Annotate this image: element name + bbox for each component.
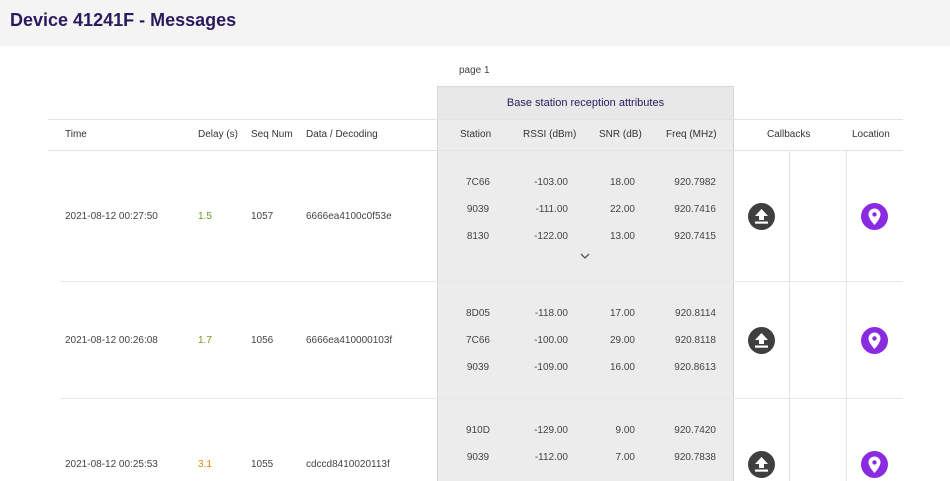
row-divider (60, 281, 903, 282)
station-id: 7C66 (466, 177, 490, 188)
col-header-snr[interactable]: SNR (dB) (599, 129, 642, 140)
pagination-label: page 1 (459, 65, 490, 76)
station-snr: 16.00 (609, 362, 635, 373)
station-rssi: -122.00 (534, 231, 568, 242)
callback-upload-button[interactable] (748, 451, 775, 478)
station-rssi: -112.00 (534, 452, 568, 463)
station-id: 8130 (466, 231, 490, 242)
callback-upload-button[interactable] (748, 203, 775, 230)
col-header-delay[interactable]: Delay (s) (198, 129, 238, 140)
station-freq: 920.8114 (675, 308, 716, 319)
station-rssi: -111.00 (535, 204, 568, 215)
message-seq-num: 1057 (251, 211, 274, 222)
col-header-seq-num[interactable]: Seq Num (251, 129, 293, 140)
col-header-data-decoding[interactable]: Data / Decoding (306, 129, 378, 140)
station-snr: 18.00 (609, 177, 635, 188)
location-button[interactable] (861, 451, 888, 478)
station-freq: 920.7416 (674, 204, 716, 215)
station-snr: 17.00 (609, 308, 635, 319)
station-rssi: -129.00 (534, 425, 568, 436)
col-header-location: Location (852, 129, 890, 140)
message-delay: 1.7 (198, 335, 212, 346)
row-divider (60, 398, 903, 399)
upload-icon (755, 333, 768, 348)
station-snr: 29.00 (609, 335, 635, 346)
message-data: cdccd8410020113f (306, 459, 390, 470)
callback-upload-button[interactable] (748, 327, 775, 354)
station-freq: 920.8613 (674, 362, 716, 373)
location-button[interactable] (861, 327, 888, 354)
col-header-callbacks: Callbacks (767, 129, 811, 140)
map-pin-icon (868, 208, 881, 225)
message-data: 6666ea410000103f (306, 335, 393, 346)
station-rssi: -109.00 (534, 362, 568, 373)
message-delay: 3.1 (198, 459, 212, 470)
col-header-time[interactable]: Time (65, 129, 87, 140)
message-time: 2021-08-12 00:25:53 (65, 459, 158, 470)
station-snr: 7.00 (615, 452, 635, 463)
column-divider (789, 151, 790, 481)
page-title: Device 41241F - Messages (10, 10, 237, 30)
map-pin-icon (868, 332, 881, 349)
col-header-station[interactable]: Station (460, 129, 491, 140)
station-snr: 13.00 (609, 231, 635, 242)
message-data: 6666ea4100c0f53e (306, 211, 392, 222)
station-freq: 920.7415 (674, 231, 716, 242)
upload-icon (755, 209, 768, 224)
station-id: 9039 (466, 204, 490, 215)
station-id: 9039 (466, 362, 490, 373)
map-pin-icon (868, 456, 881, 473)
station-id: 910D (466, 425, 490, 436)
station-freq: 920.8118 (675, 335, 716, 346)
col-header-rssi[interactable]: RSSI (dBm) (523, 129, 576, 140)
station-snr: 9.00 (615, 425, 635, 436)
station-id: 9039 (466, 452, 490, 463)
station-freq: 920.7982 (674, 177, 716, 188)
message-time: 2021-08-12 00:26:08 (65, 335, 158, 346)
station-rssi: -100.00 (534, 335, 568, 346)
message-seq-num: 1055 (251, 459, 274, 470)
column-divider (846, 151, 847, 481)
station-freq: 920.7838 (674, 452, 716, 463)
base-station-group-header: Base station reception attributes (437, 86, 734, 119)
station-id: 7C66 (466, 335, 490, 346)
station-freq: 920.7420 (674, 425, 716, 436)
col-header-freq[interactable]: Freq (MHz) (666, 129, 717, 140)
station-id: 8D05 (466, 308, 490, 319)
message-time: 2021-08-12 00:27:50 (65, 211, 158, 222)
message-delay: 1.5 (198, 211, 212, 222)
station-rssi: -118.00 (534, 308, 568, 319)
upload-icon (755, 457, 768, 472)
station-rssi: -103.00 (534, 177, 568, 188)
chevron-down-icon[interactable] (579, 250, 591, 262)
message-seq-num: 1056 (251, 335, 274, 346)
station-snr: 22.00 (609, 204, 635, 215)
location-button[interactable] (861, 203, 888, 230)
